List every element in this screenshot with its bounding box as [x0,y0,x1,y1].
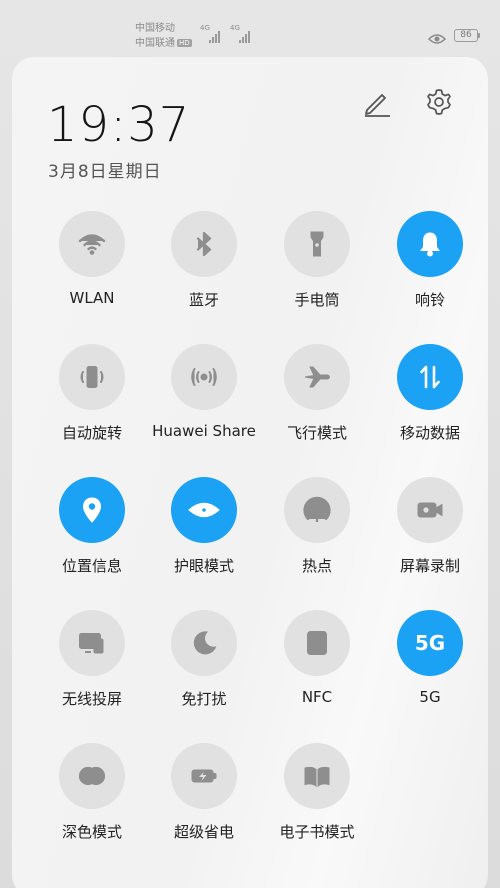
bell-icon [415,229,445,259]
toggle-button[interactable]: 5G [397,610,463,676]
toggle-tile[interactable]: 飞行模式 [261,344,373,454]
huawei-share-icon [189,362,219,392]
mobile-data-icon [415,362,445,392]
toggle-button[interactable] [59,610,125,676]
toggle-tile[interactable]: 热点 [261,477,373,587]
auto-rotate-icon [77,362,107,392]
toggle-tile[interactable]: 屏幕录制 [374,477,486,587]
toggle-tile[interactable]: 自动旋转 [36,344,148,454]
toggle-tile[interactable]: 5G 5G [374,610,486,720]
super-power-saving-icon [189,761,219,791]
toggle-button[interactable] [59,344,125,410]
wifi-icon [77,229,107,259]
toggle-button[interactable] [59,743,125,809]
ebook-icon [302,761,332,791]
status-bar: 中国移动 中国联通 HD 4G 4G 86 [0,0,500,56]
toggle-button[interactable] [397,211,463,277]
toggle-tile[interactable]: WLAN [36,211,148,321]
quick-settings-panel: 19:37 3月8日星期日 WLAN 蓝牙 手电筒 响铃 自动旋转 Huawei Shar… [12,57,488,888]
toggle-button[interactable] [171,344,237,410]
toggle-tile[interactable]: 响铃 [374,211,486,321]
toggle-tile[interactable]: 免打扰 [148,610,260,720]
carrier-info: 中国移动 中国联通 HD [135,21,192,51]
hotspot-icon [302,495,332,525]
nfc-icon [302,628,332,658]
dark-mode-icon [77,761,107,791]
toggle-tile[interactable]: 无线投屏 [36,610,148,720]
toggle-label: 响铃 [414,291,445,309]
toggle-button[interactable] [284,743,350,809]
toggle-button[interactable] [284,344,350,410]
toggle-label: 移动数据 [399,424,460,442]
carrier-1: 中国移动 [135,23,175,34]
toggle-tile[interactable]: 位置信息 [36,477,148,587]
wireless-projection-icon [77,628,107,658]
toggle-tile[interactable]: 深色模式 [36,743,148,853]
toggle-button[interactable] [397,344,463,410]
toggle-button[interactable] [59,477,125,543]
toggle-tile[interactable]: 手电筒 [261,211,373,321]
5g-icon: 5G [414,631,446,655]
toggle-button[interactable] [171,743,237,809]
quick-toggle-grid: WLAN 蓝牙 手电筒响铃自动旋转 Huawei Share 飞行模式移动数据位置信息护… [12,57,488,888]
flashlight-icon [302,229,332,259]
hd-badge: HD [177,39,192,47]
toggle-button[interactable] [284,477,350,543]
toggle-button[interactable] [284,610,350,676]
toggle-button[interactable] [397,477,463,543]
toggle-button[interactable] [59,211,125,277]
toggle-button[interactable] [171,211,237,277]
toggle-button[interactable] [171,610,237,676]
toggle-tile[interactable]: 电子书模式 [261,743,373,853]
toggle-label: 屏幕录制 [399,557,460,575]
toggle-tile[interactable]: 超级省电 [148,743,260,853]
carrier-2: 中国联通 HD [135,38,192,49]
screen-record-icon [415,495,445,525]
eye-comfort-status-icon [427,30,447,44]
toggle-tile[interactable]: 护眼模式 [148,477,260,587]
eye-icon [188,495,220,525]
location-icon [77,495,107,525]
toggle-tile[interactable]: Huawei Share [148,344,260,454]
toggle-label: 电子书模式 [279,823,355,841]
airplane-icon [302,362,332,392]
toggle-tile[interactable]: 移动数据 [374,344,486,454]
toggle-tile[interactable]: 蓝牙 [148,211,260,321]
moon-icon [189,628,219,658]
toggle-button[interactable] [284,211,350,277]
toggle-button[interactable] [171,477,237,543]
bluetooth-icon [189,229,219,259]
toggle-tile[interactable]: NFC [261,610,373,720]
battery-indicator: 86 [454,29,480,42]
toggle-label: 5G [419,688,441,706]
